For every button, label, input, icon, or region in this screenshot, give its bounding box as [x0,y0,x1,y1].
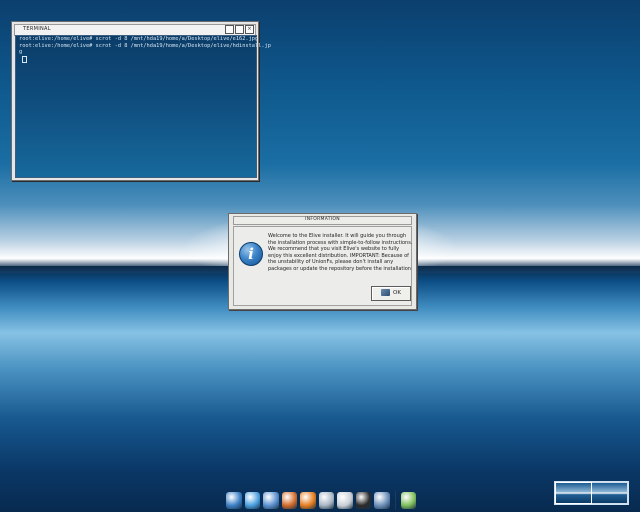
terminal-line: root:elive:/home/elive# scrot -d 8 /mnt/… [19,42,271,49]
message-line: We recommend that you visit Elive's webs… [268,246,400,252]
terminal-window[interactable]: TERMINAL × root:elive:/home/elive# scrot… [11,21,271,181]
notes-icon[interactable] [281,491,298,509]
image-viewer-icon[interactable] [374,491,390,509]
minimize-button[interactable] [225,25,234,34]
maximize-button[interactable] [235,25,244,34]
terminal-output[interactable]: root:elive:/home/elive# scrot -d 8 /mnt/… [15,35,271,178]
dialog-content: i Welcome to the Elive installer. It wil… [233,226,412,306]
file-manager-icon[interactable] [263,491,279,509]
media-player-icon[interactable] [337,491,353,509]
dialog-titlebar[interactable]: INFORMATION [233,216,412,225]
message-line: packages or update the repository before… [268,265,411,272]
monitor-icon[interactable] [226,491,242,509]
network-globe-icon[interactable] [244,491,261,509]
message-line: Welcome to the Elive installer. It will … [268,233,407,239]
ok-button[interactable]: OK [371,286,411,301]
dialog-message: Welcome to the Elive installer. It will … [268,233,412,272]
virtual-desktop[interactable] [555,482,592,504]
dock [226,489,417,511]
installer-icon[interactable] [400,491,417,509]
text-cursor [22,55,27,63]
ok-label: OK [393,290,401,296]
ok-icon [381,289,391,296]
terminal-line: root:elive:/home/elive# scrot -d 8 /mnt/… [19,36,259,42]
virtual-desktop[interactable] [592,483,627,503]
message-line: the unstability of UnionFs, please don't… [268,259,394,265]
dock-separator [394,490,396,510]
terminal-icon[interactable] [355,491,372,509]
dialog-title: INFORMATION [305,217,340,222]
terminal-title: TERMINAL [23,26,51,32]
close-button[interactable]: × [245,25,254,34]
firefox-icon[interactable] [300,491,316,509]
terminal-prompt [16,55,256,66]
information-dialog[interactable]: INFORMATION i Welcome to the Elive insta… [228,213,417,310]
info-icon: i [239,242,263,266]
desktop-pager [554,481,629,505]
settings-gear-icon[interactable] [318,491,335,509]
